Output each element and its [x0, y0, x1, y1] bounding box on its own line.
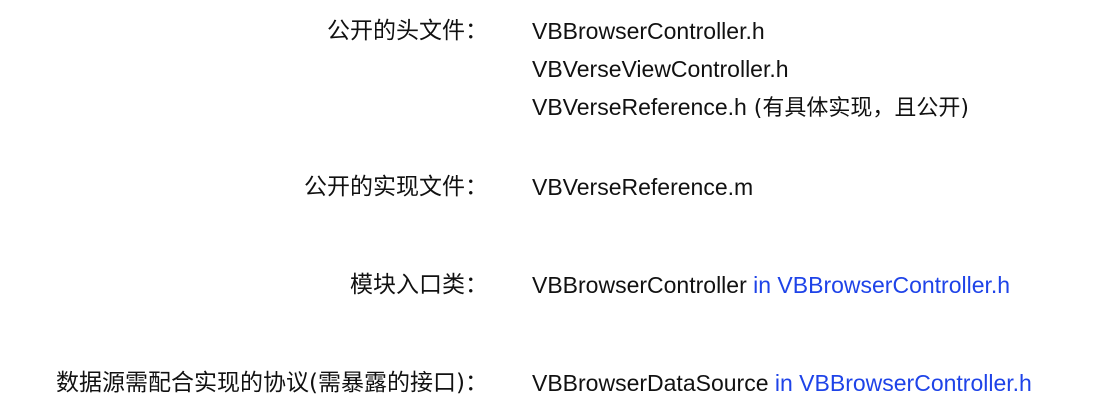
header-file-name: VBVerseReference.h [532, 94, 747, 120]
public-implementation-list: VBVerseReference.m [532, 168, 1104, 206]
header-file-note: (有具体实现，且公开) [746, 96, 969, 121]
entry-class-item: VBBrowserController in VBBrowserControll… [532, 266, 1104, 304]
datasource-protocol-label: 数据源需配合实现的协议(需暴露的接口)： [56, 370, 488, 396]
protocol-file-link[interactable]: in VBBrowserController.h [769, 370, 1032, 396]
protocol-name: VBBrowserDataSource [532, 370, 769, 396]
datasource-protocol-list: VBBrowserDataSource in VBBrowserControll… [532, 364, 1104, 402]
module-info-sheet: 公开的头文件： VBBrowserController.h VBVerseVie… [0, 0, 1108, 412]
protocol-item: VBBrowserDataSource in VBBrowserControll… [532, 364, 1104, 402]
public-headers-list: VBBrowserController.h VBVerseViewControl… [532, 12, 1104, 128]
public-headers-label: 公开的头文件： [327, 18, 488, 44]
entry-class-file-link[interactable]: in VBBrowserController.h [747, 272, 1010, 298]
implementation-file-name: VBVerseReference.m [532, 174, 754, 200]
header-file-name: VBBrowserController.h [532, 18, 765, 44]
implementation-file-item: VBVerseReference.m [532, 168, 1104, 206]
entry-class-name: VBBrowserController [532, 272, 747, 298]
header-file-name: VBVerseViewController.h [532, 56, 789, 82]
module-entry-list: VBBrowserController in VBBrowserControll… [532, 266, 1104, 304]
public-implementation-label: 公开的实现文件： [304, 174, 488, 200]
header-file-item: VBVerseViewController.h [532, 50, 1104, 88]
module-entry-label: 模块入口类： [350, 272, 488, 298]
header-file-item: VBBrowserController.h [532, 12, 1104, 50]
header-file-item: VBVerseReference.h (有具体实现，且公开) [532, 88, 1104, 128]
